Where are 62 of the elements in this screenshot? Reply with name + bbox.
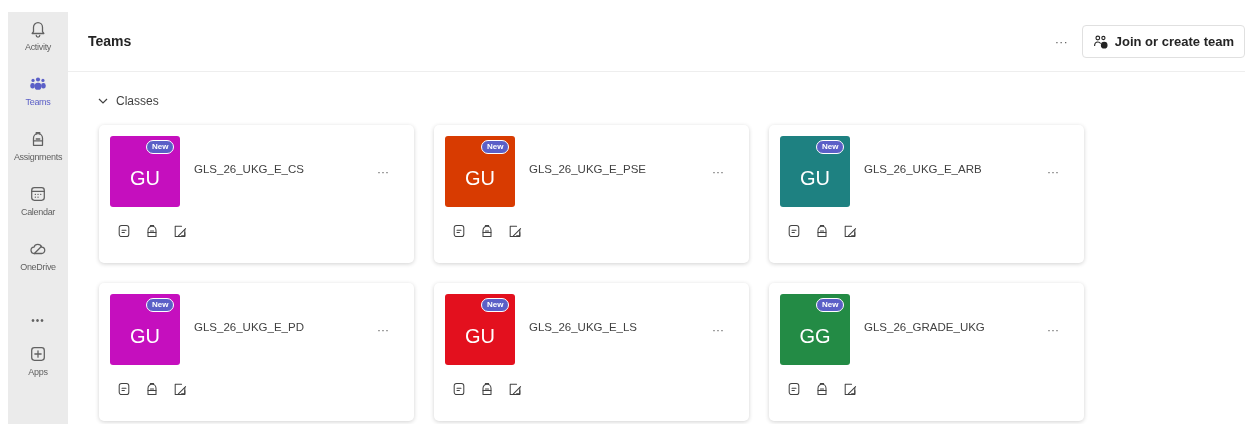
more-button[interactable]: ··· (708, 320, 728, 339)
join-team-button[interactable]: Join or create team (1081, 24, 1245, 59)
new-badge: New (146, 298, 175, 312)
team-initials: GU (130, 166, 160, 191)
notebook-icon[interactable] (172, 381, 188, 397)
team-card[interactable]: New GU GLS_26_UKG_E_LS ··· (434, 283, 749, 421)
team-card[interactable]: New GU GLS_26_UKG_E_PD ··· (99, 283, 414, 421)
backpack-icon[interactable] (479, 381, 495, 397)
sidebar-item[interactable]: Teams (8, 75, 68, 130)
posts-icon[interactable] (116, 381, 132, 397)
sidebar-item[interactable]: Calendar (8, 185, 68, 240)
team-card[interactable]: New GU GLS_26_UKG_E_ARB ··· (769, 125, 1084, 263)
backpack-icon[interactable] (814, 223, 830, 239)
new-badge: New (481, 140, 510, 154)
posts-icon[interactable] (451, 381, 467, 397)
sidebar-item[interactable]: Assignments (8, 130, 68, 185)
notebook-icon[interactable] (507, 223, 523, 239)
backpack-icon[interactable] (144, 223, 160, 239)
sidebar-item[interactable]: OneDrive (8, 240, 68, 295)
new-badge: New (146, 140, 175, 154)
page-title: Teams (88, 32, 133, 51)
bell-icon (29, 20, 47, 41)
more-button[interactable]: ··· (373, 162, 393, 181)
posts-icon[interactable] (786, 381, 802, 397)
notebook-icon[interactable] (842, 223, 858, 239)
backpack-icon[interactable] (144, 381, 160, 397)
backpack-icon[interactable] (479, 223, 495, 239)
posts-icon[interactable] (451, 223, 467, 239)
team-initials: GU (465, 166, 495, 191)
notebook-icon[interactable] (172, 223, 188, 239)
team-name: GLS_26_GRADE_UKG (864, 319, 986, 335)
team-card[interactable]: New GU GLS_26_UKG_E_PSE ··· (434, 125, 749, 263)
team-card[interactable]: New GG GLS_26_GRADE_UKG ··· (769, 283, 1084, 421)
sidebar-item[interactable]: ••• (8, 295, 68, 345)
more-button[interactable]: ··· (708, 162, 728, 181)
sidebar-item[interactable]: Activity (8, 20, 68, 75)
team-name: GLS_26_UKG_E_LS (529, 319, 639, 335)
people-add-icon (1092, 33, 1109, 50)
more-button[interactable]: ··· (1043, 320, 1063, 339)
team-initials: GG (799, 324, 831, 349)
chevron-icon (98, 96, 108, 106)
section-toggle[interactable]: Classes (98, 92, 159, 110)
team-name: GLS_26_UKG_E_PD (194, 319, 305, 335)
notebook-icon[interactable] (507, 381, 523, 397)
more-button[interactable]: ··· (1048, 29, 1074, 54)
new-badge: New (481, 298, 510, 312)
notebook-icon[interactable] (842, 381, 858, 397)
more-button[interactable]: ··· (373, 320, 393, 339)
more-button[interactable]: ··· (1043, 162, 1063, 181)
team-initials: GU (130, 324, 160, 349)
backpack-icon[interactable] (814, 381, 830, 397)
sidebar-item[interactable]: Apps (8, 345, 68, 400)
posts-icon[interactable] (116, 223, 132, 239)
team-initials: GU (465, 324, 495, 349)
team-initials: GU (800, 166, 830, 191)
team-name: GLS_26_UKG_E_CS (194, 161, 305, 177)
posts-icon[interactable] (786, 223, 802, 239)
team-name: GLS_26_UKG_E_PSE (529, 161, 647, 177)
team-card[interactable]: New GU GLS_26_UKG_E_CS ··· (99, 125, 414, 263)
new-badge: New (816, 140, 845, 154)
new-badge: New (816, 298, 845, 312)
team-name: GLS_26_UKG_E_ARB (864, 161, 983, 177)
